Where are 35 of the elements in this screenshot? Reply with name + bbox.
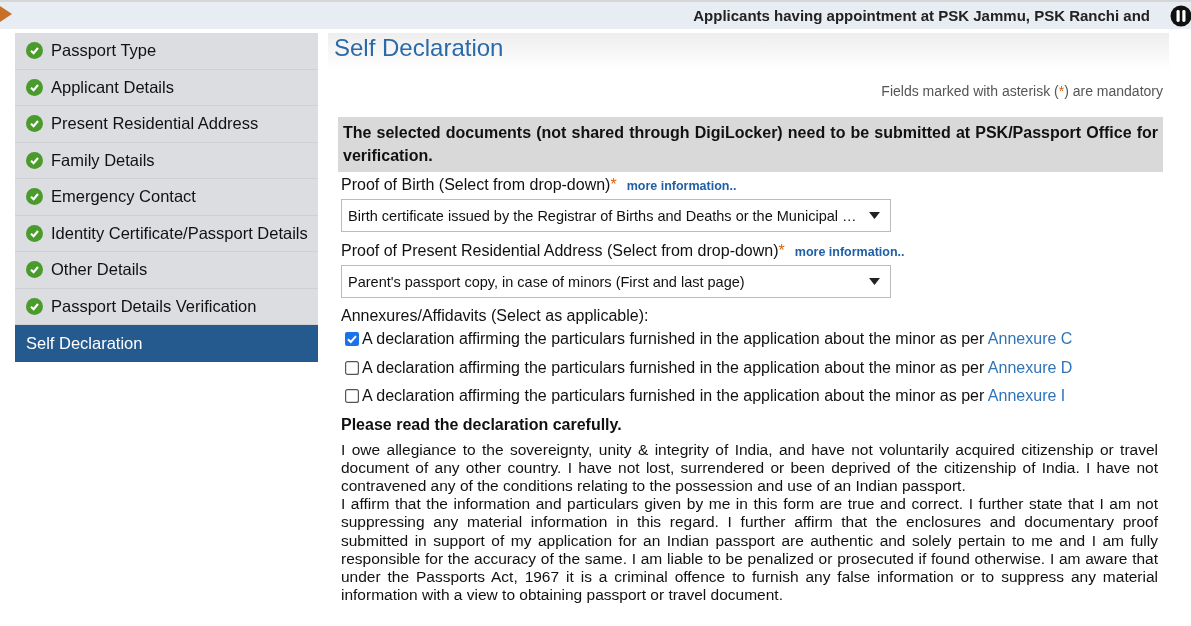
sidebar-item[interactable]: Passport Type <box>15 33 318 70</box>
document-dropdown[interactable]: Parent's passport copy, in case of minors (First and last page) <box>341 265 891 298</box>
caret-icon <box>869 278 880 285</box>
annexure-text: A declaration affirming the particulars furnished in the application about the minor as per Annexure D <box>362 358 1073 377</box>
more-information-link[interactable]: more information.. <box>626 179 737 193</box>
checkbox[interactable] <box>345 332 359 347</box>
play-icon[interactable] <box>0 6 12 22</box>
declaration-paragraph: I owe allegiance to the sovereignty, unity & integrity of India, and have not voluntarily acquired citizenship or travel document of any other country. I have not lost, surrendered or been deprived of the citizenship of India. I have not contravened any of the conditions relating to the possession and use of an Indian passport. <box>341 440 1158 496</box>
annexure-link[interactable]: Annexure D <box>987 358 1073 376</box>
mandatory-note: Fields marked with asterisk (*) are mandatory <box>881 83 1163 99</box>
declaration-paragraph: I affirm that the information and particulars given by me in this form are true and correct. I further state that I am not suppressing any material information in this regard. I further affirm that the enclosures and documentary proof submitted in support of my application for an Indian passport are authentic and solely pertain to me and I am fully responsible for the accuracy of the same. I am liable to be penalized or prosecuted if found otherwise. I am aware that under the Passports Act, 1967 it is a criminal offence to furnish any false information or to suppress any material information with a view to obtaining passport or travel document. <box>341 495 1158 605</box>
field-label: Proof of Present Residential Address (Select from drop-down)* <box>341 242 785 260</box>
annexures-label: Annexures/Affidavits (Select as applicable): <box>341 307 650 325</box>
field-label: Proof of Birth (Select from drop-down)* <box>341 176 617 194</box>
sidebar-item[interactable]: Applicant Details <box>15 69 318 106</box>
announcement-ticker: Applicants having appointment at PSK Jammu, PSK Ranchi and <box>693 7 1150 24</box>
sidebar-item[interactable]: Other Details <box>15 252 318 289</box>
annexure-text: A declaration affirming the particulars furnished in the application about the minor as per Annexure I <box>362 387 1066 406</box>
sidebar-item[interactable]: Self Declaration <box>15 325 318 362</box>
more-information-link[interactable]: more information.. <box>794 245 905 259</box>
sidebar-item[interactable]: Passport Details Verification <box>15 288 318 325</box>
sidebar-item[interactable]: Emergency Contact <box>15 179 318 216</box>
document-dropdown[interactable]: Birth certificate issued by the Registrar of Births and Deaths or the Municipal … <box>341 199 891 232</box>
declaration-heading: Please read the declaration carefully. <box>341 415 623 434</box>
sidebar-item[interactable]: Family Details <box>15 142 318 179</box>
notice-banner: The selected documents (not shared through DigiLocker) need to be submitted at PSK/Passport Office for verification. <box>338 117 1163 172</box>
checkbox[interactable] <box>345 389 359 404</box>
annexure-text: A declaration affirming the particulars furnished in the application about the minor as per Annexure C <box>362 330 1073 349</box>
caret-icon <box>869 212 880 219</box>
sidebar-item[interactable]: Present Residential Address <box>15 106 318 143</box>
annexure-link[interactable]: Annexure I <box>987 387 1066 405</box>
annexure-link[interactable]: Annexure C <box>987 330 1073 348</box>
checkbox[interactable] <box>345 360 359 375</box>
sidebar-item[interactable]: Identity Certificate/Passport Details <box>15 215 318 252</box>
pause-icon[interactable] <box>1170 4 1191 27</box>
